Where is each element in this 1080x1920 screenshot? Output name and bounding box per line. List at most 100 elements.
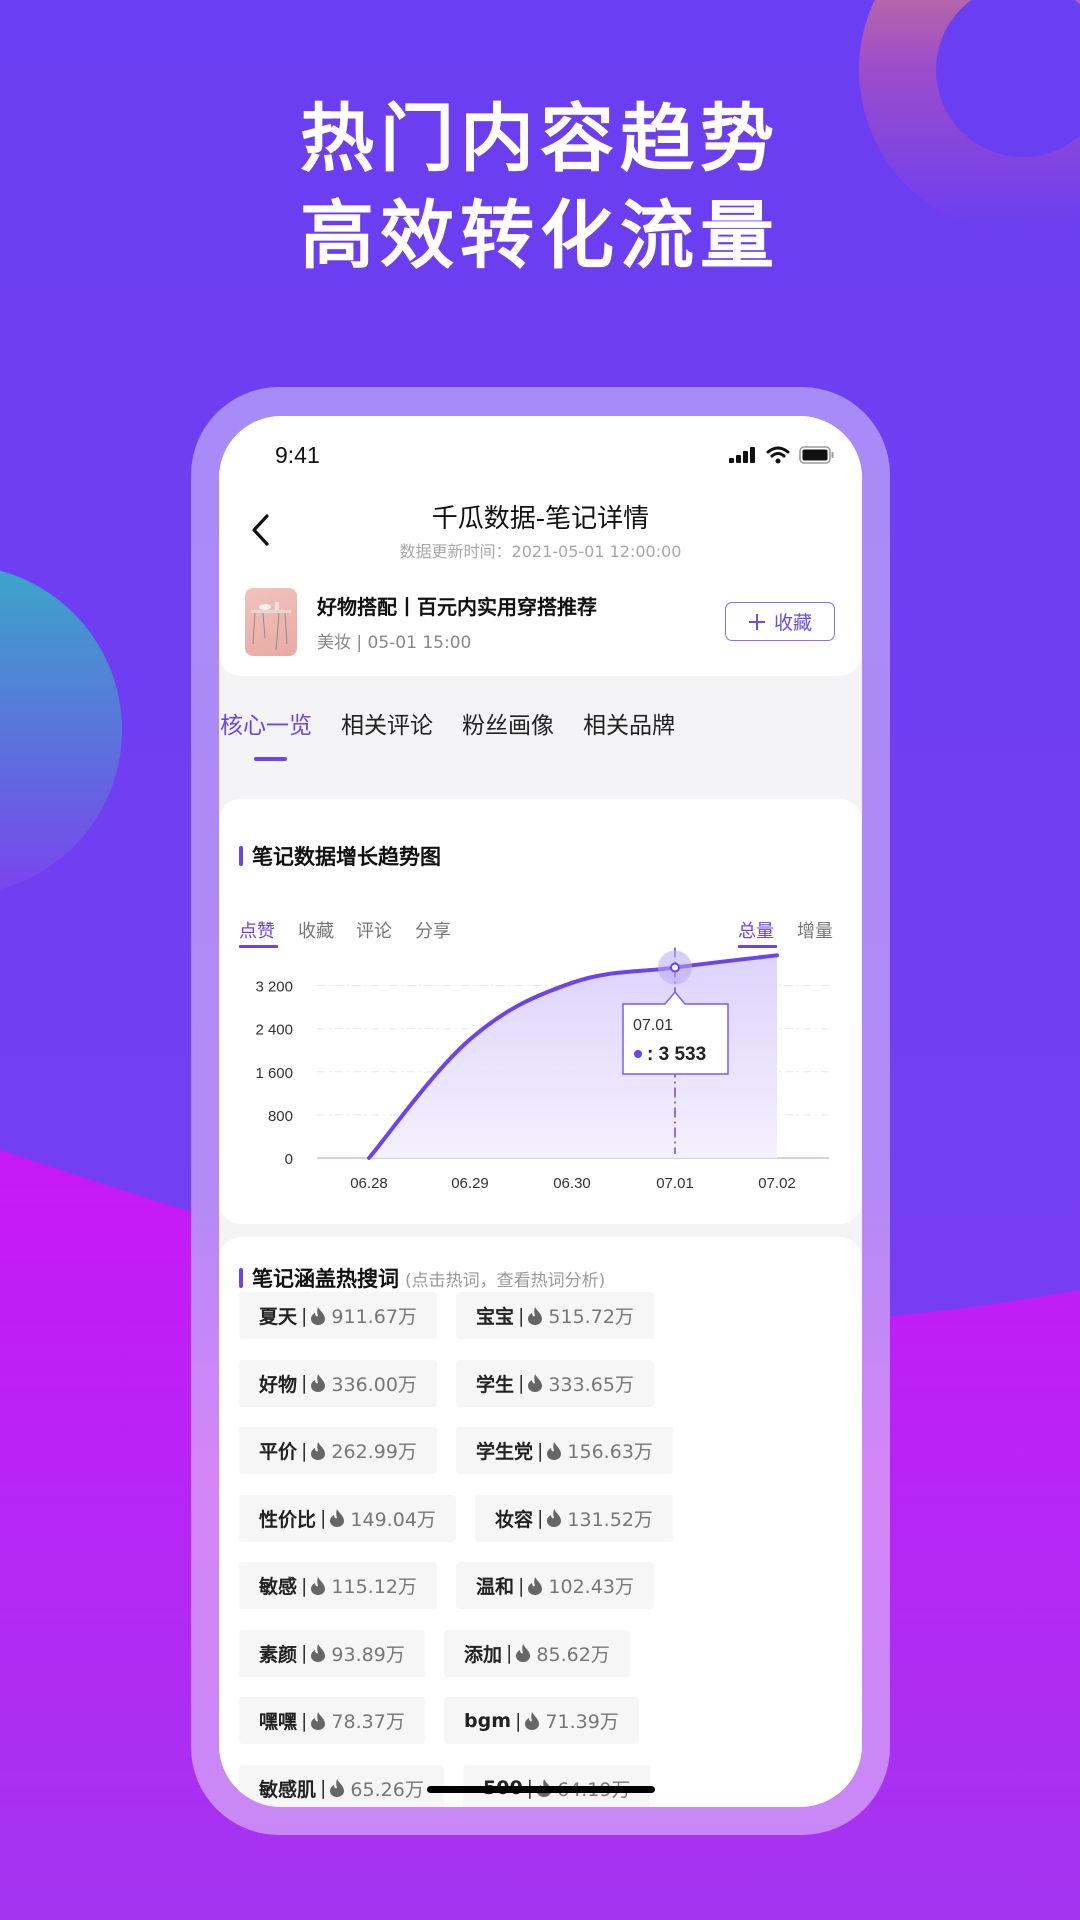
hotword-text: 平价: [259, 1441, 298, 1463]
hotword-value: 149.04万: [350, 1508, 436, 1531]
divider: |: [320, 1507, 327, 1529]
hotword-value: 78.37万: [331, 1711, 405, 1733]
hotword-text: 敏感: [259, 1576, 298, 1598]
promo-headline-2: 高效转化流量: [300, 193, 780, 279]
active-tab-indicator: [254, 757, 287, 761]
hotword-text: bgm: [464, 1709, 511, 1732]
favorite-button[interactable]: 收藏: [725, 602, 835, 641]
highlight-point: [670, 962, 680, 973]
hotword-chip[interactable]: 好物 | 336.00万: [239, 1359, 437, 1407]
divider: |: [537, 1507, 544, 1529]
hotword-value: 85.62万: [536, 1643, 610, 1666]
tooltip-value: : 3 533: [647, 1044, 706, 1065]
divider: |: [537, 1439, 544, 1462]
hotwords-title: 笔记涵盖热搜词 (点击热词，查看热词分析): [239, 1263, 605, 1293]
divider: |: [518, 1304, 525, 1327]
flame-icon: [311, 1441, 326, 1460]
hotword-value: 93.89万: [331, 1643, 405, 1666]
y-tick-label: 3 200: [255, 979, 293, 996]
tab-brands[interactable]: 相关品牌: [583, 706, 675, 740]
hotword-chip[interactable]: 敏感肌 | 65.26万: [239, 1764, 444, 1807]
flame-icon: [547, 1441, 562, 1460]
hotword-value: 71.39万: [545, 1711, 619, 1733]
hotword-text: 嘿嘿: [259, 1711, 298, 1733]
x-tick-label: 06.28: [350, 1175, 388, 1192]
plus-icon: [748, 613, 765, 630]
hotword-value: 911.67万: [331, 1306, 417, 1328]
hotwords-hint: (点击热词，查看热词分析): [405, 1270, 606, 1291]
y-tick-label: 2 400: [255, 1022, 293, 1039]
divider: |: [301, 1304, 308, 1327]
y-tick-label: 1 600: [255, 1065, 293, 1082]
hotword-text: 学生党: [476, 1441, 534, 1463]
hotword-chip[interactable]: 学生党 | 156.63万: [456, 1427, 673, 1474]
hotword-chip[interactable]: 素颜 | 93.89万: [239, 1629, 425, 1677]
divider: |: [301, 1709, 308, 1732]
hotword-text: 好物: [259, 1373, 298, 1396]
signal-icon: [729, 447, 755, 463]
flame-icon: [311, 1374, 326, 1392]
hotword-text: 性价比: [259, 1508, 317, 1531]
hotword-value: 515.72万: [548, 1306, 634, 1328]
flame-icon: [311, 1711, 326, 1730]
flame-icon: [311, 1644, 326, 1662]
tab-comments[interactable]: 相关评论: [341, 706, 433, 740]
note-title[interactable]: 好物搭配丨百元内实用穿搭推荐: [317, 591, 597, 620]
divider: |: [518, 1372, 525, 1394]
hotword-chip[interactable]: 妆容 | 131.52万: [475, 1494, 673, 1542]
page-title: 千瓜数据-笔记详情: [431, 504, 650, 534]
hotword-text: 夏天: [259, 1306, 298, 1328]
hotword-chip[interactable]: 温和 | 102.43万: [456, 1562, 654, 1609]
y-tick-label: 0: [285, 1151, 293, 1168]
home-indicator[interactable]: [427, 1786, 655, 1793]
flame-icon: [311, 1306, 326, 1325]
hotwords-card: 笔记涵盖热搜词 (点击热词，查看热词分析) 夏天 | 911.67万 宝宝 | 515.7…: [219, 1237, 862, 1807]
hotword-chip[interactable]: 性价比 | 149.04万: [239, 1494, 456, 1542]
flame-icon: [311, 1576, 326, 1595]
hotword-value: 156.63万: [567, 1441, 653, 1463]
hotword-text: 学生: [476, 1373, 515, 1396]
hotword-chip[interactable]: 宝宝 | 515.72万: [456, 1292, 654, 1339]
note-thumbnail[interactable]: [245, 588, 297, 656]
favorite-label: 收藏: [773, 612, 812, 634]
divider: |: [320, 1777, 327, 1799]
hotword-chip[interactable]: 敏感 | 115.12万: [239, 1562, 437, 1609]
x-tick-label: 06.30: [553, 1175, 591, 1192]
hotword-text: 温和: [476, 1576, 515, 1598]
hotword-text: 素颜: [259, 1643, 298, 1666]
tab-fan-profile[interactable]: 粉丝画像: [462, 706, 554, 740]
hotword-chip[interactable]: 嘿嘿 | 78.37万: [239, 1697, 425, 1744]
divider: |: [301, 1574, 308, 1597]
update-time: 数据更新时间：2021-05-01 12:00:00: [399, 542, 682, 561]
hotword-value: 131.52万: [567, 1508, 653, 1531]
hotwords-title-text: 笔记涵盖热搜词: [252, 1267, 399, 1291]
tab-bar: 核心一览 相关评论 粉丝画像 相关品牌: [219, 706, 862, 766]
phone-screen: 9:41 千瓜数据-笔记详情 数据更新时间：2021-05-01 12:00:0…: [219, 416, 862, 1807]
hotword-value: 333.65万: [548, 1373, 634, 1396]
hotword-value: 262.99万: [331, 1441, 417, 1463]
hotword-chip[interactable]: 添加 | 85.62万: [444, 1629, 630, 1677]
trend-chart[interactable]: 0 800 1 600 2 400 3 200 06.28 06.29 06.30 07.01…: [219, 799, 862, 1224]
divider: |: [506, 1642, 513, 1664]
x-tick-label: 06.29: [451, 1175, 489, 1192]
hotword-chip[interactable]: bgm | 71.39万: [444, 1697, 639, 1744]
flame-icon: [330, 1509, 345, 1527]
hotword-value: 336.00万: [331, 1373, 417, 1396]
divider: |: [301, 1372, 308, 1394]
hotword-chip[interactable]: 夏天 | 911.67万: [239, 1292, 437, 1339]
flame-icon: [547, 1509, 562, 1527]
flame-icon: [525, 1711, 540, 1730]
y-tick-label: 800: [268, 1108, 293, 1125]
divider: |: [518, 1574, 525, 1597]
hotword-chip[interactable]: 学生 | 333.65万: [456, 1359, 654, 1407]
flame-icon: [528, 1576, 543, 1595]
divider: |: [515, 1709, 522, 1732]
hotword-value: 115.12万: [331, 1576, 417, 1598]
hotword-value: 102.43万: [548, 1576, 634, 1598]
divider: |: [301, 1439, 308, 1462]
hotword-chip[interactable]: 平价 | 262.99万: [239, 1427, 437, 1474]
tab-core-overview[interactable]: 核心一览: [220, 706, 312, 740]
promo-headline-1: 热门内容趋势: [300, 96, 780, 182]
hotword-text: 妆容: [495, 1508, 534, 1531]
chart-tooltip: 07.01 : 3 533: [622, 990, 729, 1075]
